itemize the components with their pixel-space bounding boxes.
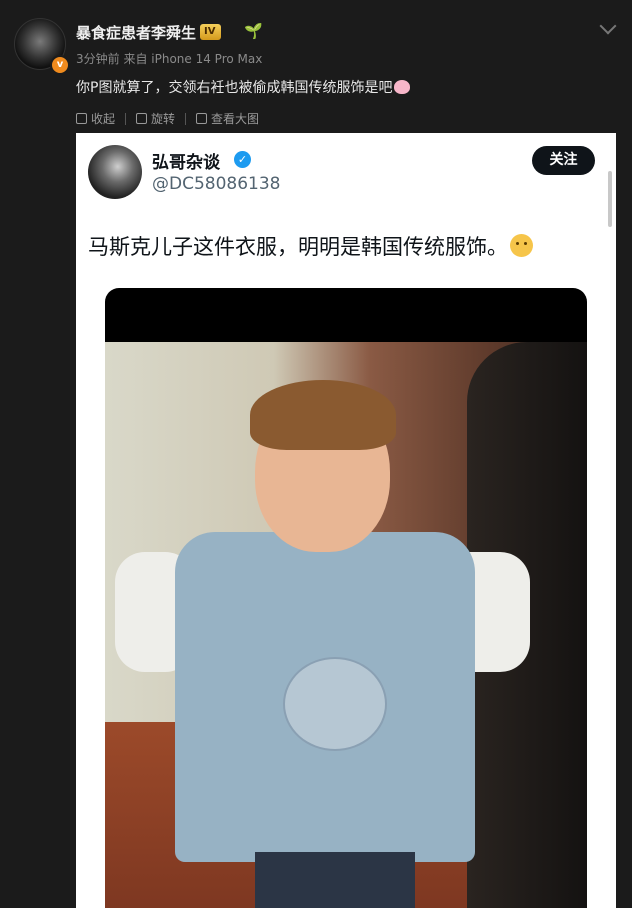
level-badge: IV [200,24,222,40]
tweet-photo [105,288,587,908]
view-large-icon [196,113,208,124]
view-large-button[interactable]: 查看大图 [196,110,259,127]
sprout-icon: 🌱 [244,22,263,40]
verified-icon: ✓ [234,151,251,168]
bunny-emoji-icon [394,80,411,94]
view-large-label: 查看大图 [211,112,260,126]
comment-text: 你P图就算了，交领右衽也被偷成韩国传统服饰是吧 [76,77,411,97]
photo-embroidery [283,657,387,751]
chevron-down-icon[interactable] [599,17,617,35]
scrollbar [608,171,612,227]
photo-hair [250,380,396,450]
divider [125,112,127,125]
photo-scene [105,342,587,908]
thinking-emoji-icon [510,234,533,257]
attached-image[interactable]: 弘哥杂谈 ✓ @DC58086138 关注 马斯克儿子这件衣服，明明是韩国传统服… [76,133,616,908]
divider [185,112,187,125]
rotate-button[interactable]: 旋转 [136,110,175,127]
tweet-text: 马斯克儿子这件衣服，明明是韩国传统服饰。 [88,231,533,261]
rotate-label: 旋转 [151,112,176,126]
collapse-button[interactable]: 收起 [76,110,115,127]
tweet-text-body: 马斯克儿子这件衣服，明明是韩国传统服饰。 [88,235,508,259]
comment-card: v 暴食症患者李舜生 IV 🌱 3分钟前 来自 iPhone 14 Pro Ma… [0,0,632,908]
comment-meta: 3分钟前 来自 iPhone 14 Pro Max [76,52,263,66]
comment-text-body: 你P图就算了，交领右衽也被偷成韩国传统服饰是吧 [76,80,393,96]
rotate-icon [136,113,148,124]
photo-trousers [255,852,415,908]
image-actions: 收起 旋转 查看大图 [76,110,259,127]
follow-button: 关注 [532,146,595,175]
tweet-avatar [88,145,142,199]
collapse-label: 收起 [91,112,116,126]
tweet-author-name: 弘哥杂谈 [152,153,220,173]
vip-badge: v [50,55,70,75]
tweet-handle: @DC58086138 [152,174,281,194]
collapse-icon [76,113,87,124]
username[interactable]: 暴食症患者李舜生 [76,22,196,43]
